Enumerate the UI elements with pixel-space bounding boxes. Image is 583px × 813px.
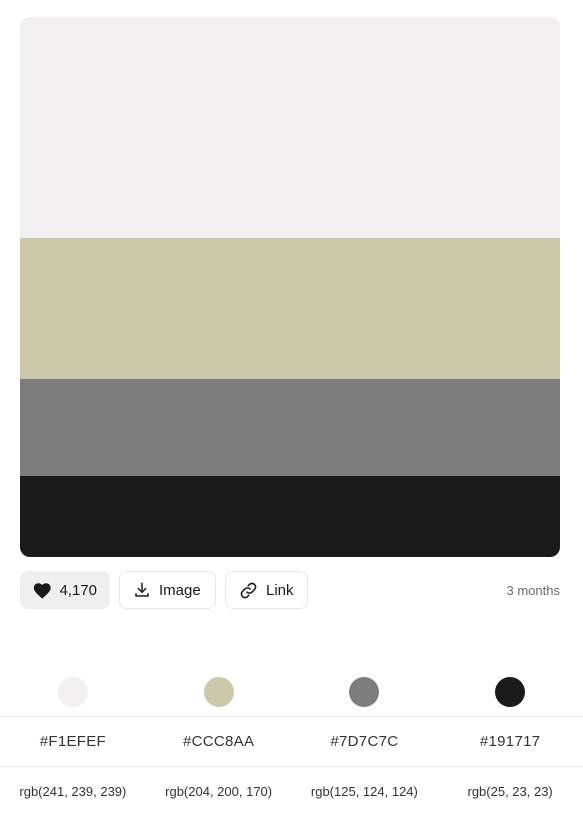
- palette-swatch-3[interactable]: [20, 378, 560, 477]
- hex-code[interactable]: #F1EFEF: [40, 733, 106, 750]
- color-dot[interactable]: [203, 677, 234, 707]
- rgb-code[interactable]: rgb(125, 124, 124): [311, 784, 418, 799]
- hex-code[interactable]: #7D7C7C: [330, 733, 398, 750]
- download-icon: [135, 582, 149, 597]
- palette-preview[interactable]: [20, 17, 560, 557]
- like-button[interactable]: 4,170: [20, 571, 110, 609]
- color-details: #F1EFEF #CCC8AA #7D7C7C #191717 rgb(241,…: [0, 664, 583, 813]
- heart-icon: [33, 582, 51, 599]
- copy-link-button[interactable]: Link: [225, 571, 308, 609]
- image-button-label: Image: [159, 581, 201, 599]
- color-dot[interactable]: [495, 677, 526, 707]
- color-dot[interactable]: [349, 677, 380, 707]
- rgb-code[interactable]: rgb(241, 239, 239): [19, 784, 126, 799]
- time-ago: 3 months: [506, 582, 560, 598]
- hex-code[interactable]: #CCC8AA: [183, 733, 254, 750]
- rgb-code[interactable]: rgb(25, 23, 23): [467, 784, 552, 799]
- link-button-label: Link: [266, 581, 294, 599]
- color-dot[interactable]: [57, 677, 88, 707]
- palette-swatch-2[interactable]: [20, 238, 560, 379]
- hex-code[interactable]: #191717: [480, 733, 541, 750]
- palette-swatch-1[interactable]: [20, 17, 560, 239]
- palette-swatch-4[interactable]: [20, 476, 560, 557]
- link-icon: [240, 582, 257, 598]
- palette-actions: 4,170 Image Link 3 months: [20, 571, 560, 609]
- rgb-code[interactable]: rgb(204, 200, 170): [165, 784, 272, 799]
- hex-row: #F1EFEF #CCC8AA #7D7C7C #191717: [0, 716, 583, 766]
- like-count: 4,170: [59, 581, 97, 599]
- rgb-row: rgb(241, 239, 239) rgb(204, 200, 170) rg…: [0, 766, 583, 813]
- color-dots-row: [0, 664, 583, 716]
- download-image-button[interactable]: Image: [119, 571, 216, 609]
